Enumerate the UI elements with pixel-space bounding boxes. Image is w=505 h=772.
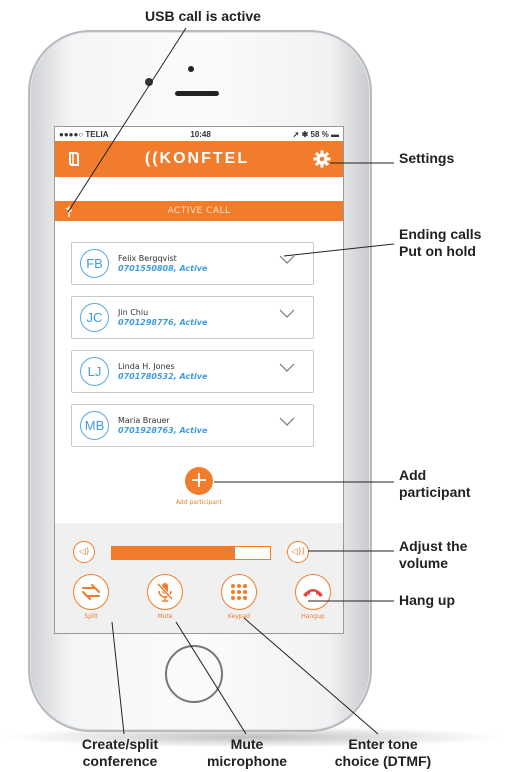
- participant-detail: 0701550808, Active: [118, 263, 208, 273]
- participant-card[interactable]: FB Felix Bergqvist 0701550808, Active: [71, 242, 314, 285]
- participant-detail: 0701928763, Active: [118, 425, 208, 435]
- split-arrows-icon: [82, 584, 100, 600]
- home-button[interactable]: [165, 645, 223, 703]
- callout-add-line2: participant: [399, 484, 471, 500]
- control-buttons: Split Mute Keypad Hangup: [71, 574, 333, 620]
- keypad-control: Keypad: [219, 574, 259, 620]
- split-button[interactable]: [73, 574, 109, 610]
- participant-text: Felix Bergqvist 0701550808, Active: [118, 254, 207, 274]
- status-time: 10:48: [190, 129, 211, 139]
- phone-hangup-icon: [303, 589, 323, 597]
- status-bar: ●●●●○ TELIA 10:48 ➚ ✱ 58 % ▬: [55, 127, 343, 141]
- callout-settings: Settings: [399, 150, 455, 166]
- settings-gear-icon[interactable]: [313, 150, 331, 168]
- callout-split: Create/split conference: [70, 736, 170, 770]
- participant-name: Felix Bergqvist: [118, 253, 177, 263]
- callout-ending-line2: Put on hold: [399, 243, 476, 259]
- callout-tone-line2: choice (DTMF): [334, 753, 432, 769]
- participant-detail: 0701298776, Active: [118, 317, 208, 327]
- callout-usb: USB call is active: [145, 8, 261, 24]
- callout-split-line2: conference: [82, 753, 158, 769]
- volume-slider[interactable]: [111, 546, 271, 560]
- participant-avatar: FB: [80, 249, 109, 278]
- mute-control: Mute: [145, 574, 185, 620]
- split-control: Split: [71, 574, 111, 620]
- chevron-down-icon[interactable]: [279, 255, 295, 265]
- chevron-down-icon[interactable]: [279, 309, 295, 319]
- callout-mute: Mute microphone: [202, 736, 292, 770]
- callout-volume-line2: volume: [399, 555, 449, 571]
- app-header: ((KONFTEL: [55, 141, 343, 177]
- volume-up-button[interactable]: ◁)): [287, 541, 309, 563]
- phone-screen: ●●●●○ TELIA 10:48 ➚ ✱ 58 % ▬ ((KONFTEL A…: [54, 126, 344, 634]
- participant-text: Jin Chiu 0701298776, Active: [118, 308, 207, 328]
- mute-label: Mute: [157, 613, 173, 620]
- volume-down-button[interactable]: ◁): [73, 541, 95, 563]
- volume-row: ◁) ◁)): [73, 541, 329, 563]
- active-call-banner: ACTIVE CALL: [55, 201, 343, 221]
- volume-down-icon: ◁): [78, 547, 90, 557]
- callout-tone: Enter tone choice (DTMF): [318, 736, 448, 770]
- callout-mute-line2: microphone: [206, 753, 288, 769]
- callout-split-line1: Create/split: [81, 736, 159, 752]
- participant-card[interactable]: LJ Linda H. Jones 0701780532, Active: [71, 350, 314, 393]
- hangup-button[interactable]: [295, 574, 331, 610]
- participant-card[interactable]: JC Jin Chiu 0701298776, Active: [71, 296, 314, 339]
- carrier-signal: ●●●●○ TELIA: [59, 129, 109, 139]
- plus-icon: +: [189, 468, 209, 493]
- keypad-button[interactable]: [221, 574, 257, 610]
- participant-name: Linda H. Jones: [118, 361, 175, 371]
- battery-text: 58 %: [310, 129, 329, 139]
- split-label: Split: [84, 613, 98, 620]
- call-controls-panel: ◁) ◁)) Split Mute Keypad Hangup: [55, 523, 343, 633]
- mute-button[interactable]: [147, 574, 183, 610]
- add-participant-label: Add participant: [175, 499, 223, 506]
- participant-avatar: JC: [80, 303, 109, 332]
- volume-fill: [112, 547, 236, 559]
- stage: USB call is active Settings Ending calls…: [0, 0, 505, 772]
- participant-detail: 0701780532, Active: [118, 371, 208, 381]
- participant-card[interactable]: MB Maria Brauer 0701928763, Active: [71, 404, 314, 447]
- hangup-label: Hangup: [301, 613, 325, 620]
- keypad-label: Keypad: [227, 613, 251, 620]
- battery-level: ➚ ✱ 58 % ▬: [292, 129, 339, 139]
- callout-volume-line1: Adjust the: [399, 538, 468, 554]
- add-participant-button[interactable]: +: [185, 467, 213, 495]
- participant-avatar: LJ: [80, 357, 109, 386]
- callout-ending-line1: Ending calls: [399, 226, 482, 242]
- phone-speaker: [175, 91, 219, 96]
- callout-ending: Ending calls Put on hold: [399, 226, 481, 260]
- phone-camera: [145, 78, 153, 86]
- callout-mute-line1: Mute: [230, 736, 264, 752]
- chevron-down-icon[interactable]: [279, 363, 295, 373]
- callout-add: Add participant: [399, 467, 471, 501]
- add-participant: + Add participant: [55, 467, 343, 506]
- brand-logo: ((KONFTEL: [144, 150, 250, 167]
- keypad-icon: [231, 584, 247, 600]
- participant-list: FB Felix Bergqvist 0701550808, Active JC Jin…: [71, 242, 314, 458]
- microphone-muted-icon: [157, 582, 173, 602]
- participant-name: Jin Chiu: [118, 307, 149, 317]
- participant-text: Linda H. Jones 0701780532, Active: [118, 362, 207, 382]
- callout-volume: Adjust the volume: [399, 538, 467, 572]
- callout-add-line1: Add: [399, 467, 427, 483]
- book-icon[interactable]: [67, 151, 81, 167]
- callout-hangup: Hang up: [399, 592, 455, 608]
- active-call-label: ACTIVE CALL: [167, 206, 231, 216]
- callout-tone-line1: Enter tone: [348, 736, 418, 752]
- chevron-down-icon[interactable]: [279, 417, 295, 427]
- hangup-control: Hangup: [293, 574, 333, 620]
- participant-name: Maria Brauer: [118, 415, 170, 425]
- participant-text: Maria Brauer 0701928763, Active: [118, 416, 207, 436]
- volume-up-icon: ◁)): [291, 547, 305, 557]
- phone-sensor: [188, 66, 194, 72]
- participant-avatar: MB: [80, 411, 109, 440]
